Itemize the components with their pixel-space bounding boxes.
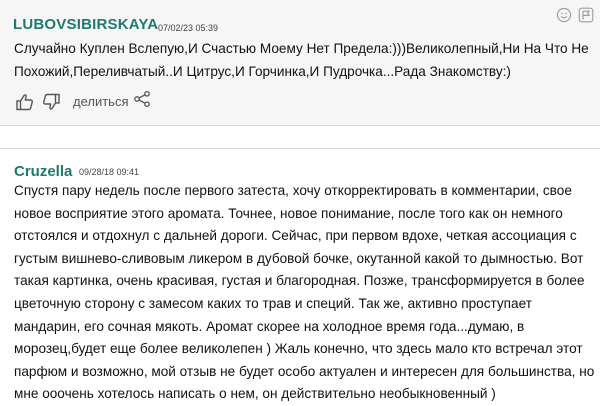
share-icon (133, 90, 151, 113)
review-body: Спустя пару недель после первого затеста… (14, 180, 596, 406)
review-line: морозец,будет еще более великолепен ) Жа… (14, 341, 583, 357)
review-author[interactable]: LUBOVSIBIRSKAYA (13, 16, 158, 33)
review-body: Случайно Куплен Вслепую,И Счастью Моему … (14, 38, 596, 83)
review-line: Спустя пару недель после первого затеста… (14, 183, 572, 198)
review-corner-actions (556, 7, 594, 28)
review-line: цветочную сторону с замесом каких то тра… (14, 295, 532, 311)
review-line: Случайно Куплен Вслепую,И Счастью Моему … (14, 41, 589, 56)
review-line: парфюм и возможно, мой отзыв не будет ос… (14, 363, 595, 379)
review-card: LUBOVSIBIRSKAYA 07/02/23 05:39 Случайно … (0, 0, 600, 126)
share-label: делиться (73, 94, 129, 109)
review-author[interactable]: Cruzella (14, 163, 72, 180)
review-actions: делиться (15, 90, 151, 113)
share-button[interactable]: делиться (61, 90, 151, 113)
review-line: такая картинка, очень красивая, густая и… (14, 273, 585, 289)
thumbs-down-icon[interactable] (41, 92, 61, 112)
smiley-icon[interactable] (556, 7, 572, 28)
flag-icon[interactable] (578, 7, 594, 28)
review-line: Похожий,Переливчатый..И Цитрус,И Горчинк… (14, 63, 511, 79)
review-line: мандарин, его сочная мякоть. Аромат скор… (14, 318, 525, 334)
review-date: 09/28/18 09:41 (79, 167, 140, 177)
review-line: мне ооочень хотелось написать о нем, он … (14, 386, 496, 402)
review-card: Cruzella 09/28/18 09:41 Спустя пару неде… (0, 148, 600, 406)
review-date: 07/02/23 05:39 (158, 23, 219, 33)
review-line: новое восприятие этого аромата. Точнее, … (14, 205, 563, 221)
review-line: отстоялся и отдохнул с дальней дороги. С… (14, 228, 577, 244)
thumbs-up-icon[interactable] (15, 92, 35, 112)
review-line: густым вишнево-сливовым ликером в дубово… (14, 250, 584, 266)
